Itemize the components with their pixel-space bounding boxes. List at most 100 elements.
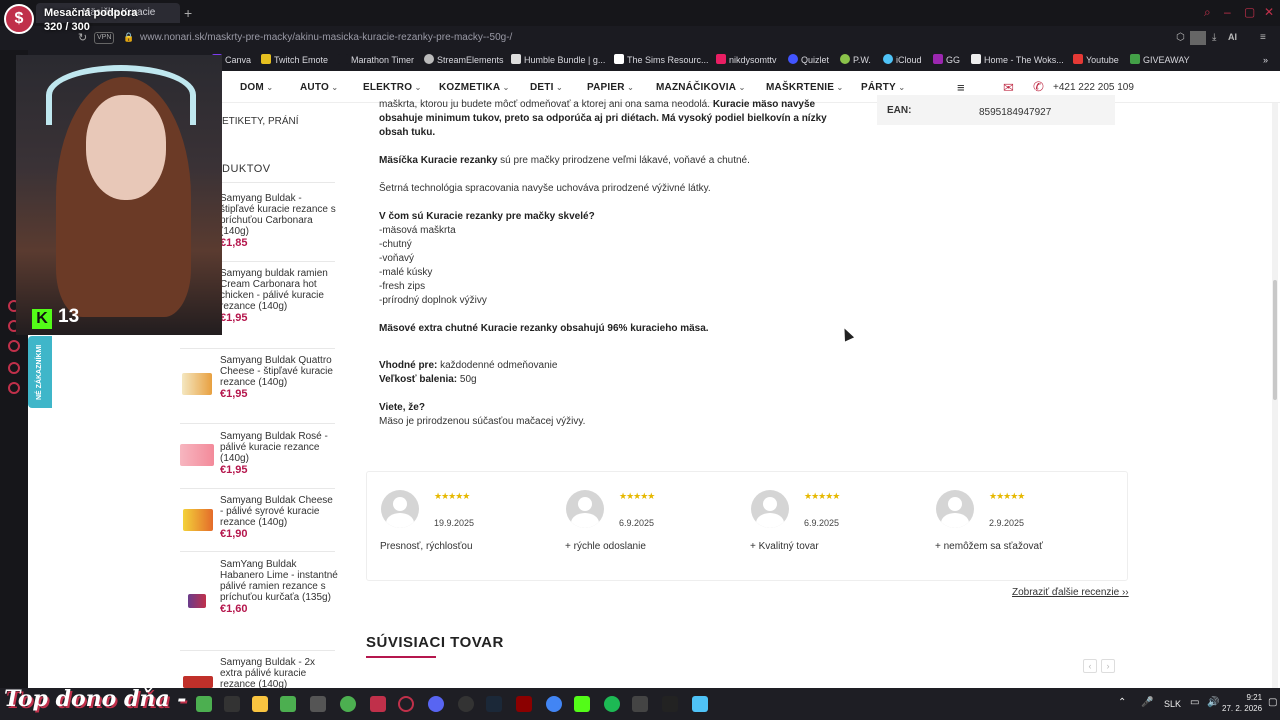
- product-name[interactable]: Samyang Buldak Rosé - pálivé kuracie rez…: [220, 431, 338, 464]
- mail-icon[interactable]: ✉: [1003, 80, 1014, 96]
- product-thumbnail[interactable]: [180, 444, 214, 466]
- spotify-icon[interactable]: [604, 696, 620, 712]
- webcam-feed: [16, 55, 222, 335]
- volume-icon[interactable]: 🔊: [1207, 697, 1219, 708]
- taskbar-app-icon[interactable]: [692, 696, 708, 712]
- nav-item-maznacikovia[interactable]: MAZNÁČIKOVIA: [656, 82, 746, 93]
- taskbar-app-icon[interactable]: [310, 696, 326, 712]
- list-item[interactable]: Samyang Buldak - 2x extra pálivé kuracie…: [220, 657, 338, 688]
- phone-icon: ✆: [1033, 79, 1044, 94]
- filter-label[interactable]: ETIKETY, PRÁNÍ: [222, 116, 299, 127]
- bookmark-5[interactable]: The Sims Resourc...: [614, 50, 709, 71]
- product-thumbnail[interactable]: [183, 509, 213, 531]
- steam-icon[interactable]: [486, 696, 502, 712]
- profile-avatar[interactable]: [1190, 31, 1206, 45]
- chrome-icon[interactable]: [546, 696, 562, 712]
- microphone-icon[interactable]: 🎤: [1141, 697, 1153, 708]
- new-tab-button[interactable]: +: [184, 4, 192, 22]
- vpn-badge[interactable]: VPN: [94, 32, 115, 44]
- taskbar-clock[interactable]: 9:21 27. 2. 2026: [1222, 692, 1262, 714]
- bookmark-3[interactable]: StreamElements: [424, 50, 504, 71]
- nav-item-auto[interactable]: AUTO: [300, 82, 338, 93]
- list-item[interactable]: Samyang Buldak Cheese - pálivé syrové ku…: [220, 495, 338, 540]
- carousel-next-button[interactable]: ›: [1101, 659, 1115, 673]
- bookmark-2[interactable]: Marathon Timer: [338, 50, 414, 71]
- product-name[interactable]: Samyang Buldak - štipľavé kuracie rezanc…: [220, 193, 338, 237]
- filter-icon[interactable]: ≡: [957, 80, 965, 95]
- phone-number[interactable]: +421 222 205 109: [1053, 82, 1134, 93]
- language-indicator[interactable]: SLK: [1164, 699, 1181, 709]
- intro-line-2: obsahuje minimum tukov, preto sa odporúč…: [379, 113, 827, 124]
- nav-item-deti[interactable]: DETI: [530, 82, 563, 93]
- customer-side-tab[interactable]: NÉ ZÁKAZNÍKMI: [28, 336, 52, 408]
- sidebar-app-icon[interactable]: [8, 362, 20, 374]
- list-item[interactable]: Samyang buldak ramien Cream Carbonara ho…: [220, 268, 338, 324]
- download-icon[interactable]: ⤓: [1212, 32, 1216, 43]
- carousel-prev-button[interactable]: ‹: [1083, 659, 1097, 673]
- menu-icon[interactable]: ≡: [1260, 32, 1266, 43]
- bookmark-13[interactable]: GIVEAWAY: [1130, 50, 1190, 71]
- bookmark-8[interactable]: P.W.: [840, 50, 871, 71]
- bookmark-9[interactable]: iCloud: [883, 50, 922, 71]
- tray-expand-icon[interactable]: ⌃: [1118, 697, 1126, 708]
- product-name[interactable]: Samyang Buldak Cheese - pálivé syrové ku…: [220, 495, 338, 528]
- search-icon[interactable]: ⌕: [1204, 6, 1211, 18]
- url-field[interactable]: www.nonari.sk/maskrty-pre-macky/akinu-ma…: [140, 26, 512, 50]
- product-name[interactable]: SamYang Buldak Habanero Lime - instantné…: [220, 559, 338, 603]
- package-size: Veľkosť balenia: 50g: [379, 374, 477, 385]
- product-name[interactable]: Samyang buldak ramien Cream Carbonara ho…: [220, 268, 338, 312]
- network-icon[interactable]: ▭: [1190, 697, 1199, 708]
- nav-item-kozmetika[interactable]: KOZMETIKA: [439, 82, 510, 93]
- maximize-icon[interactable]: ▢: [1244, 6, 1255, 18]
- reviewer-avatar: [381, 490, 419, 528]
- product-thumbnail[interactable]: [183, 676, 213, 688]
- settings-icon[interactable]: [8, 382, 20, 394]
- product-thumbnail[interactable]: [182, 373, 212, 395]
- notification-icon[interactable]: ▢: [1268, 697, 1277, 708]
- more-reviews-link[interactable]: Zobraziť ďalšie recenzie ››: [1012, 587, 1129, 598]
- taskbar-app-icon[interactable]: [340, 696, 356, 712]
- minimize-icon[interactable]: –: [1224, 6, 1231, 18]
- discord-icon[interactable]: [428, 696, 444, 712]
- list-item[interactable]: Samyang Buldak - štipľavé kuracie rezanc…: [220, 193, 338, 249]
- product-name[interactable]: Samyang Buldak - 2x extra pálivé kuracie…: [220, 657, 338, 688]
- sidebar-app-icon[interactable]: [8, 340, 20, 352]
- rating-stars: ★★★★★: [989, 491, 1025, 501]
- extensions-icon[interactable]: ⬡: [1176, 32, 1185, 43]
- folder-icon[interactable]: [252, 696, 268, 712]
- taskbar-app-icon[interactable]: [632, 696, 648, 712]
- paragraph-2: Šetrná technológia spracovania navyše uc…: [379, 183, 711, 194]
- list-item[interactable]: SamYang Buldak Habanero Lime - instantné…: [220, 559, 338, 615]
- review-text: + rýchle odoslanie: [565, 541, 646, 552]
- nav-item-elektro[interactable]: ELEKTRO: [363, 82, 422, 93]
- kick-logo: K: [32, 309, 52, 329]
- bookmark-6[interactable]: nikdysomttv: [716, 50, 777, 71]
- nav-item-maskrtenie[interactable]: MAŠKRTENIE: [766, 82, 843, 93]
- list-item[interactable]: Samyang Buldak Rosé - pálivé kuracie rez…: [220, 431, 338, 476]
- bookmark-1[interactable]: Twitch Emote: [261, 50, 328, 71]
- taskbar-app-icon[interactable]: [370, 696, 386, 712]
- bookmark-10[interactable]: GG: [933, 50, 960, 71]
- bookmark-11[interactable]: Home - The Woks...: [971, 50, 1064, 71]
- bookmark-7[interactable]: Quizlet: [788, 50, 829, 71]
- taskbar-app-icon[interactable]: [458, 696, 474, 712]
- close-icon[interactable]: ✕: [1264, 6, 1274, 18]
- kick-app-icon[interactable]: [574, 696, 590, 712]
- terminal-icon[interactable]: [662, 696, 678, 712]
- taskbar-app-icon[interactable]: [196, 696, 212, 712]
- nav-item-papier[interactable]: PAPIER: [587, 82, 634, 93]
- bookmark-4[interactable]: Humble Bundle | g...: [511, 50, 605, 71]
- product-name[interactable]: Samyang Buldak Quattro Cheese - štipľavé…: [220, 355, 338, 388]
- scrollbar-thumb[interactable]: [1273, 280, 1277, 400]
- ai-icon[interactable]: AI: [1228, 32, 1237, 42]
- list-item[interactable]: Samyang Buldak Quattro Cheese - štipľavé…: [220, 355, 338, 400]
- nav-item-party[interactable]: PÁRTY: [861, 82, 905, 93]
- nav-item-dom[interactable]: DOM: [240, 82, 273, 93]
- bookmarks-overflow-icon[interactable]: »: [1263, 50, 1268, 71]
- taskbar-app-icon[interactable]: [224, 696, 240, 712]
- opera-icon[interactable]: [398, 696, 414, 712]
- bookmark-12[interactable]: Youtube: [1073, 50, 1119, 71]
- taskbar-app-icon[interactable]: [516, 696, 532, 712]
- taskbar-app-icon[interactable]: [280, 696, 296, 712]
- product-thumbnail[interactable]: [188, 594, 206, 608]
